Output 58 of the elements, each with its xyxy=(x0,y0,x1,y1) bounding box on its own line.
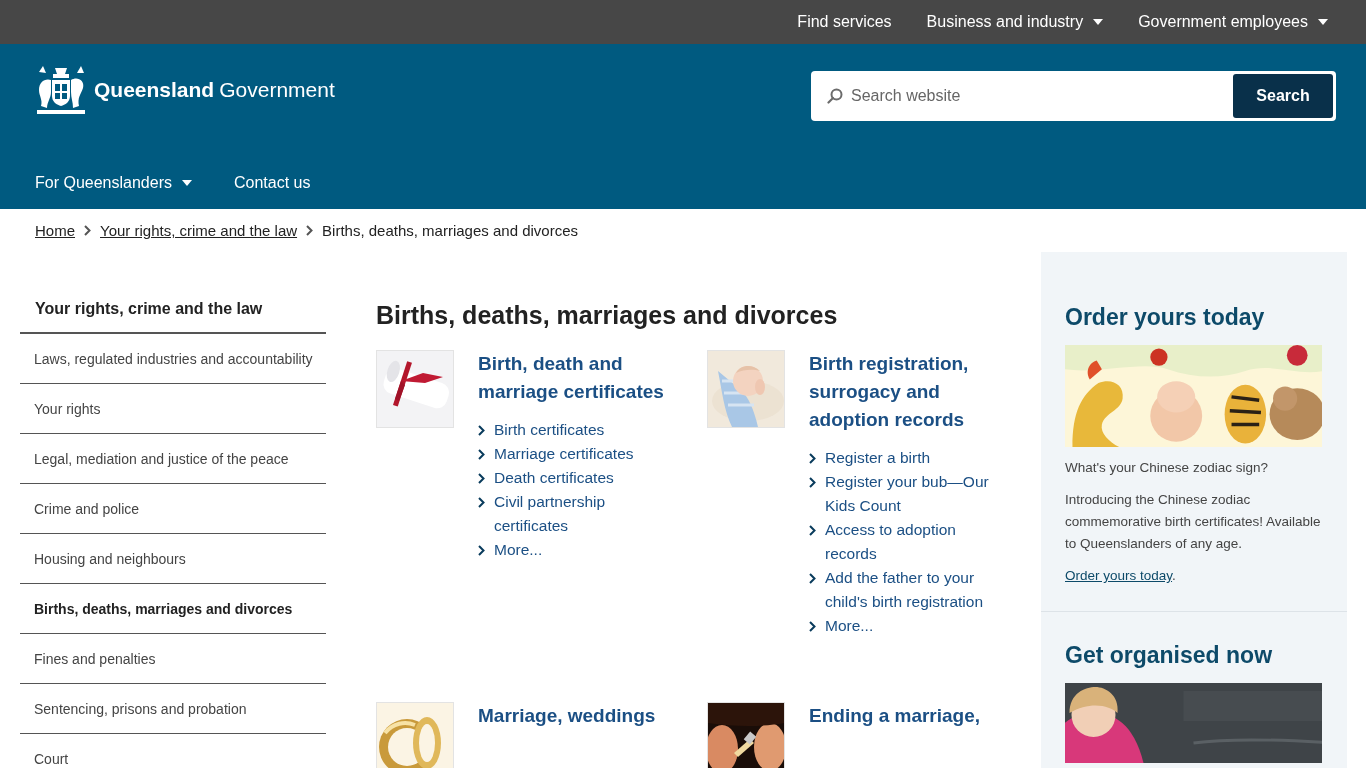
chevron-icon xyxy=(478,449,485,460)
nav-link[interactable]: For Queenslanders xyxy=(35,174,192,192)
search-field[interactable]: Search website Search xyxy=(811,71,1336,121)
breadcrumb-link[interactable]: Your rights, crime and the law xyxy=(100,222,298,239)
page-title: Births, deaths, marriages and divorces xyxy=(376,301,839,330)
sidebar-item[interactable]: Your rights xyxy=(20,384,326,434)
caret-icon xyxy=(1093,19,1104,25)
chevron-icon xyxy=(84,225,91,236)
card-title-link[interactable]: Ending a marriage, xyxy=(809,702,1007,730)
sidebar-item[interactable]: Births, deaths, marriages and divorces xyxy=(20,584,326,634)
search-button[interactable]: Search xyxy=(1233,74,1333,118)
card-link[interactable]: Register your bub—Our Kids Count xyxy=(825,470,1007,518)
nav-link[interactable]: Find services xyxy=(797,13,892,31)
chevron-icon xyxy=(809,477,816,488)
sidebar-item[interactable]: Laws, regulated industries and accountability xyxy=(20,334,326,384)
paragraph: What's your Chinese zodiac sign? xyxy=(1065,459,1269,477)
chevron-icon xyxy=(478,545,485,556)
card-title-link[interactable]: Birth registration, surrogacy and adoption records xyxy=(809,350,1007,434)
card-link[interactable]: Add the father to your child's birth registration xyxy=(825,566,1007,614)
chevron-icon xyxy=(478,497,485,508)
sidebar-item[interactable]: Fines and penalties xyxy=(20,634,326,684)
chevron-icon xyxy=(478,425,485,436)
nav-link[interactable]: Government employees xyxy=(1138,13,1328,31)
sidebar-item[interactable]: Court xyxy=(20,734,326,768)
chevron-icon xyxy=(809,525,816,536)
card-link[interactable]: Death certificates xyxy=(494,466,614,490)
card-title-link[interactable]: Birth, death and marriage certificates xyxy=(478,350,678,406)
chevron-icon xyxy=(809,453,816,464)
chevron-icon xyxy=(809,573,816,584)
section-heading: Get organised now xyxy=(1065,642,1274,669)
paragraph: Introducing the Chinese zodiac commemorative birth certificates! Available to Queenslanders of any age. xyxy=(1065,491,1322,553)
section-heading: Order yours today xyxy=(1065,304,1266,331)
caret-icon xyxy=(1318,19,1328,25)
card-link[interactable]: Register a birth xyxy=(825,446,931,470)
card-link[interactable]: More... xyxy=(825,614,874,638)
punctuation: . xyxy=(1172,568,1176,583)
chevron-icon xyxy=(809,621,816,632)
card-link[interactable]: Birth certificates xyxy=(494,418,605,442)
card-link[interactable]: Access to adoption records xyxy=(825,518,1007,566)
chevron-icon xyxy=(478,473,485,484)
breadcrumb-current: Births, deaths, marriages and divorces xyxy=(322,222,578,239)
sidebar-item[interactable]: Crime and police xyxy=(20,484,326,534)
search-icon xyxy=(827,88,843,104)
sidebar-item[interactable]: Legal, mediation and justice of the peace xyxy=(20,434,326,484)
breadcrumb-link[interactable]: Home xyxy=(35,222,75,239)
card-link[interactable]: Civil partnership certificates xyxy=(494,490,678,538)
sidebar-title[interactable]: Your rights, crime and the law xyxy=(20,290,326,334)
brand-name: Government xyxy=(219,78,335,102)
card-link[interactable]: More... xyxy=(494,538,543,562)
chevron-icon xyxy=(306,225,314,236)
sidebar-item[interactable]: Housing and neighbours xyxy=(20,534,326,584)
nav-link[interactable]: Contact us xyxy=(233,174,311,192)
card-link[interactable]: Marriage certificates xyxy=(494,442,634,466)
nav-link[interactable]: Business and industry xyxy=(926,13,1104,31)
brand-name: Queensland xyxy=(94,78,215,102)
caret-icon xyxy=(181,180,192,186)
sidebar-item[interactable]: Sentencing, prisons and probation xyxy=(20,684,326,734)
card-title-link[interactable]: Marriage, weddings xyxy=(478,702,678,730)
